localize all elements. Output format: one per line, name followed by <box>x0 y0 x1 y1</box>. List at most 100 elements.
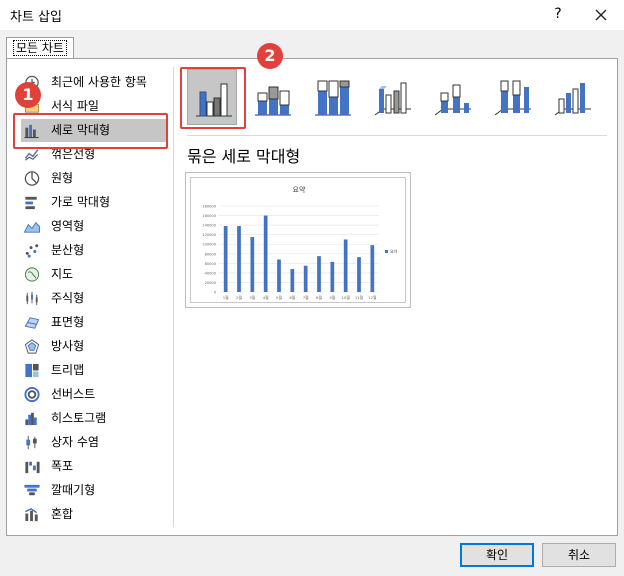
bar-9 <box>343 239 348 292</box>
tab-all-charts-label: 모든 차트 <box>13 40 67 56</box>
x-tick-label: 4월 <box>263 295 269 300</box>
sidebar-item-13[interactable]: 선버스트 <box>21 383 167 406</box>
bar-5 <box>290 269 295 292</box>
chart-panel: 최근에 사용한 항목 서식 파일 세로 막대형 꺾은선형 원형 가로 막대형 영역형 분산형 지… <box>6 43 618 536</box>
sidebar-item-label: 최근에 사용한 항목 <box>51 75 147 89</box>
sidebar-item-5[interactable]: 가로 막대형 <box>21 191 167 214</box>
bar-4 <box>277 259 281 292</box>
y-tick-label: 80000 <box>205 252 217 256</box>
x-tick-label: 2월 <box>236 295 242 300</box>
y-tick-label: 40000 <box>205 271 217 275</box>
bar-3 <box>263 215 268 292</box>
x-tick-label: 10월 <box>342 295 351 300</box>
ok-button[interactable]: 확인 <box>460 543 534 567</box>
sidebar-item-4[interactable]: 원형 <box>21 167 167 190</box>
close-icon <box>595 9 607 21</box>
100-stacked-column-icon <box>315 80 351 116</box>
pie-chart-icon <box>23 170 41 187</box>
sidebar-item-label: 상자 수염 <box>51 435 99 449</box>
help-button[interactable]: ? <box>548 4 568 24</box>
y-tick-label: 180000 <box>202 205 216 209</box>
x-tick-label: 1월 <box>223 295 229 300</box>
chart-preview[interactable]: 요약 0 20000 40000 60000 80000 100000 120000 14000… <box>185 172 411 308</box>
bar-11 <box>370 245 375 292</box>
sidebar-item-10[interactable]: 표면형 <box>21 311 167 334</box>
scatter-chart-icon <box>23 242 41 259</box>
chart-subtype-button-4[interactable] <box>427 69 477 125</box>
sidebar-item-label: 히스토그램 <box>51 411 107 425</box>
bar-0 <box>223 226 228 292</box>
sidebar-item-label: 영역형 <box>51 219 85 233</box>
x-tick-label: 8월 <box>316 295 322 300</box>
stock-chart-icon <box>23 290 41 307</box>
legend-swatch <box>385 250 388 253</box>
preview-chart-svg: 요약 0 20000 40000 60000 80000 100000 120000 14000… <box>202 185 397 300</box>
sidebar-item-label: 선버스트 <box>51 387 96 401</box>
combo-chart-icon <box>23 506 41 523</box>
y-tick-label: 140000 <box>202 224 216 228</box>
sidebar-item-8[interactable]: 지도 <box>21 263 167 286</box>
chart-title: 요약 <box>293 185 306 194</box>
chart-preview-area: 요약 0 20000 40000 60000 80000 100000 120000 14000… <box>190 177 406 303</box>
x-tick-label: 9월 <box>329 295 335 300</box>
box-whisker-icon <box>23 434 41 451</box>
bar-1 <box>237 226 241 292</box>
histogram-icon <box>23 410 41 427</box>
window-title: 차트 삽입 <box>10 10 62 25</box>
waterfall-icon <box>23 458 41 475</box>
funnel-icon <box>23 482 41 499</box>
y-tick-label: 100000 <box>202 243 216 247</box>
sidebar-item-label: 주식형 <box>51 291 85 305</box>
3d-clustered-column-icon <box>374 82 411 116</box>
sidebar-item-16[interactable]: 폭포 <box>21 455 167 478</box>
sidebar-item-9[interactable]: 주식형 <box>21 287 167 310</box>
chart-subtype-button-6[interactable] <box>547 69 597 125</box>
x-tick-label: 6월 <box>289 295 295 300</box>
callout-box-1 <box>13 113 168 149</box>
close-button[interactable] <box>590 4 612 26</box>
y-tick-label: 60000 <box>205 262 217 266</box>
bar-2 <box>250 237 255 292</box>
3d-column-icon <box>554 83 591 116</box>
sidebar-item-12[interactable]: 트리맵 <box>21 359 167 382</box>
y-tick-label: 20000 <box>205 281 217 285</box>
map-chart-icon <box>23 266 41 283</box>
sidebar-item-17[interactable]: 깔때기형 <box>21 479 167 502</box>
sidebar-item-14[interactable]: 히스토그램 <box>21 407 167 430</box>
cancel-button[interactable]: 취소 <box>542 543 616 567</box>
callout-badge-2: 2 <box>257 43 283 69</box>
sidebar-item-label: 서식 파일 <box>51 99 99 113</box>
sidebar-item-6[interactable]: 영역형 <box>21 215 167 238</box>
3d-100-stacked-column-icon <box>494 80 531 116</box>
sidebar-item-label: 방사형 <box>51 339 85 353</box>
y-tick-label: 160000 <box>202 214 216 218</box>
sidebar-item-18[interactable]: 혼합 <box>21 503 167 526</box>
chart-subtype-button-2[interactable] <box>307 69 357 125</box>
callout-badge-1: 1 <box>15 82 41 108</box>
bar-8 <box>330 261 335 292</box>
chart-subtype-button-3[interactable] <box>367 69 417 125</box>
sidebar-item-label: 혼합 <box>51 507 74 521</box>
stacked-column-icon <box>255 86 291 116</box>
sunburst-icon <box>23 386 41 403</box>
sidebar-item-label: 지도 <box>51 267 74 281</box>
bar-6 <box>303 265 308 292</box>
callout-box-2 <box>180 67 246 129</box>
bar-10 <box>357 257 361 292</box>
sidebar-item-7[interactable]: 분산형 <box>21 239 167 262</box>
sidebar-item-15[interactable]: 상자 수염 <box>21 431 167 454</box>
3d-stacked-column-icon <box>434 84 471 116</box>
sidebar-item-11[interactable]: 방사형 <box>21 335 167 358</box>
tab-all-charts[interactable]: 모든 차트 <box>6 37 74 59</box>
chart-subtype-button-5[interactable] <box>487 69 537 125</box>
sidebar-item-label: 분산형 <box>51 243 85 257</box>
sidebar-item-label: 표면형 <box>51 315 85 329</box>
chart-subtype-row <box>183 69 613 131</box>
area-chart-icon <box>23 218 41 235</box>
sidebar-item-0[interactable]: 최근에 사용한 항목 <box>21 71 167 94</box>
sidebar-divider <box>173 67 174 527</box>
surface-chart-icon <box>23 314 41 331</box>
tab-strip: 모든 차트 <box>0 30 624 59</box>
sidebar-item-label: 꺾은선형 <box>51 147 96 161</box>
chart-subtype-button-1[interactable] <box>247 69 297 125</box>
